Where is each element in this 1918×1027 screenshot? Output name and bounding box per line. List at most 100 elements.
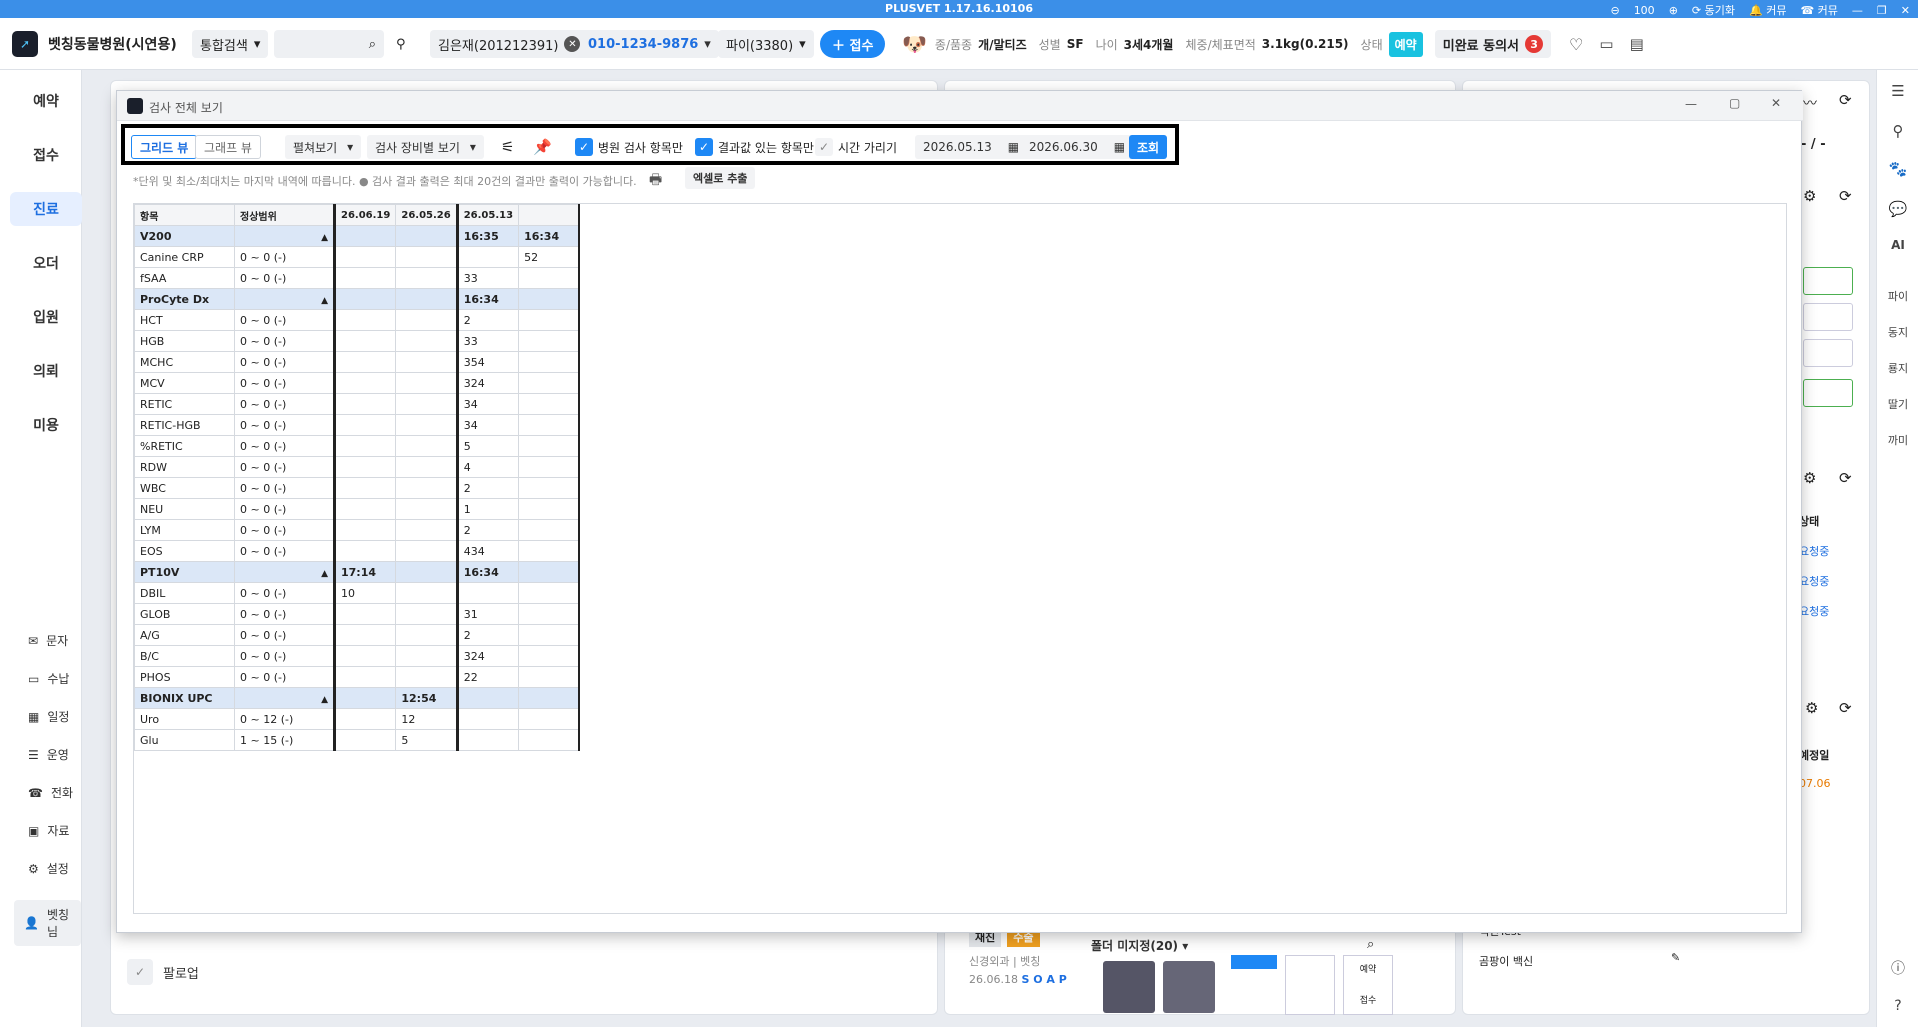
search-input[interactable]: ⌕ [274,30,384,58]
contact-icon[interactable]: ☰ [1877,82,1918,100]
table-row[interactable]: RETIC-HGB 0 ~ 0 (-) 34 [134,414,580,436]
close-icon[interactable]: ✕ [1771,96,1781,110]
collapse-toggle[interactable]: ▲ [234,288,335,310]
sidebar-subitem[interactable]: ⚙ 설정 [28,860,69,877]
sidebar-subitem[interactable]: ▭ 수납 [28,670,69,687]
table-row[interactable]: MCHC 0 ~ 0 (-) 354 [134,351,580,373]
group-row[interactable]: BIONIX UPC ▲ 12:54 [134,687,580,709]
search-button[interactable]: 조회 [1129,135,1168,159]
group-row[interactable]: PT10V ▲ 17:14 16:34 [134,561,580,583]
sidebar-item[interactable]: 접수 [10,138,82,172]
collapse-toggle[interactable]: ▲ [234,687,335,709]
table-row[interactable]: LYM 0 ~ 0 (-) 2 [134,519,580,541]
notice-button[interactable]: 🔔 커뮤 [1749,2,1786,18]
consent-button[interactable]: 미완료 동의서 3 [1434,30,1552,58]
grid-view-button[interactable]: 그리드 뷰 [131,135,198,159]
refresh-icon[interactable]: ⟳ [1839,91,1852,109]
refresh-icon[interactable]: ⟳ [1839,699,1852,717]
chat-icon[interactable]: 💬 [1877,200,1918,218]
info-icon[interactable]: ⓘ [1877,958,1918,978]
call-button[interactable]: ☎ 커뮤 [1800,2,1837,18]
clear-client-icon[interactable]: ✕ [564,36,581,52]
table-row[interactable]: HGB 0 ~ 0 (-) 33 [134,330,580,352]
group-row[interactable]: V200 ▲ 16:35 16:34 [134,225,580,247]
table-row[interactable]: Uro 0 ~ 12 (-) 12 [134,708,580,730]
expand-select[interactable]: 펼쳐보기 ▾ [285,135,362,159]
pet-quick-item[interactable]: 딸기 [1877,396,1918,412]
sidebar-subitem[interactable]: ☎ 전화 [28,784,73,801]
date-from-input[interactable]: 2026.05.13 ▦ [915,135,1028,159]
table-row[interactable]: B/C 0 ~ 0 (-) 324 [134,645,580,667]
soap-label[interactable]: S O A P [1021,973,1066,986]
search-mode-select[interactable]: 통합검색 ▾ [192,30,269,58]
table-row[interactable]: Canine CRP 0 ~ 0 (-) 52 [134,246,580,268]
table-row[interactable]: NEU 0 ~ 0 (-) 1 [134,498,580,520]
refresh-icon[interactable]: ⟳ [1839,187,1852,205]
pet-select[interactable]: 파이(3380) ▾ [718,30,814,58]
group-row[interactable]: ProCyte Dx ▲ 16:34 [134,288,580,310]
image-thumbnail[interactable] [1231,955,1277,969]
sidebar-subitem[interactable]: 👤 벳칭님 [14,900,81,946]
paw-icon[interactable]: 🐾 [1877,160,1918,178]
refresh-icon[interactable]: ⟳ [1839,469,1852,487]
zoom-in-icon[interactable]: ⊕ [1669,4,1678,17]
close-icon[interactable]: ✕ [1901,4,1910,17]
card-icon[interactable]: ▤ [1630,35,1644,53]
settings-icon[interactable]: ⚙ [1803,469,1816,487]
device-view-select[interactable]: 검사 장비별 보기 ▾ [367,135,484,159]
search-user-icon[interactable]: ⚲ [1877,122,1918,140]
hide-time-checkbox[interactable]: ✓ 시간 가리기 [815,135,897,159]
table-row[interactable]: MCV 0 ~ 0 (-) 324 [134,372,580,394]
chart-icon[interactable]: 〰 [1803,93,1817,113]
followup-row[interactable]: ✓ 팔로업 [127,959,199,985]
table-row[interactable]: A/G 0 ~ 0 (-) 2 [134,624,580,646]
image-thumbnail[interactable] [1285,955,1335,1015]
table-row[interactable]: RDW 0 ~ 0 (-) 4 [134,456,580,478]
pet-quick-item[interactable]: 파이 [1877,288,1918,304]
sidebar-subitem[interactable]: ✉ 문자 [28,632,68,649]
phone-select[interactable]: 010-1234-9876 ▾ [580,30,719,58]
table-row[interactable]: Glu 1 ~ 15 (-) 5 [134,729,580,751]
sidebar-item[interactable]: 진료 [10,192,82,226]
register-button[interactable]: ＋ 접수 [820,30,886,58]
table-row[interactable]: PHOS 0 ~ 0 (-) 22 [134,666,580,688]
user-search-icon[interactable]: ⚲ [388,30,414,58]
sidebar-item[interactable]: 의뢰 [10,354,82,388]
slot-box[interactable] [1803,267,1853,295]
filter-sliders-icon[interactable]: ⚟ [501,135,514,159]
settings-icon[interactable]: ⚙ [1803,187,1816,205]
slot-box[interactable] [1803,303,1853,331]
date-to-input[interactable]: 2026.06.30 ▦ [1021,135,1134,159]
sidebar-item[interactable]: 입원 [10,300,82,334]
table-row[interactable]: fSAA 0 ~ 0 (-) 33 [134,267,580,289]
excel-export-button[interactable]: 엑셀로 추출 [685,167,756,189]
image-thumbnail[interactable]: 예약 접수 [1343,955,1393,1015]
heart-icon[interactable]: ♡ [1569,35,1583,54]
pin-icon[interactable]: 📌 [533,135,552,159]
zoom-out-icon[interactable]: ⊖ [1610,4,1619,17]
sidebar-item[interactable]: 미용 [10,408,82,442]
maximize-icon[interactable]: ▢ [1729,96,1740,110]
result-items-checkbox[interactable]: ✓ 결과값 있는 항목만 [695,135,814,159]
table-row[interactable]: WBC 0 ~ 0 (-) 2 [134,477,580,499]
collapse-toggle[interactable]: ▲ [234,225,335,247]
graph-view-button[interactable]: 그래프 뷰 [195,135,261,159]
minimize-icon[interactable]: — [1852,4,1863,17]
table-row[interactable]: RETIC 0 ~ 0 (-) 34 [134,393,580,415]
table-row[interactable]: GLOB 0 ~ 0 (-) 31 [134,603,580,625]
minimize-icon[interactable]: — [1685,97,1697,111]
settings-icon[interactable]: ⚙ [1805,699,1818,717]
slot-box[interactable] [1803,339,1853,367]
search-icon[interactable]: ⌕ [1367,937,1374,952]
pet-quick-item[interactable]: 동지 [1877,324,1918,340]
hospital-items-checkbox[interactable]: ✓ 병원 검사 항목만 [575,135,683,159]
help-icon[interactable]: ? [1877,998,1918,1014]
sidebar-subitem[interactable]: ▣ 자료 [28,822,69,839]
slot-box[interactable] [1803,379,1853,407]
folder-icon[interactable]: ▭ [1599,35,1613,53]
table-row[interactable]: %RETIC 0 ~ 0 (-) 5 [134,435,580,457]
folder-select[interactable]: 폴더 미지정(20) ▾ [1091,937,1188,954]
print-icon[interactable]: 🖶 [649,169,662,193]
table-row[interactable]: DBIL 0 ~ 0 (-) 10 [134,582,580,604]
collapse-toggle[interactable]: ▲ [234,561,335,583]
